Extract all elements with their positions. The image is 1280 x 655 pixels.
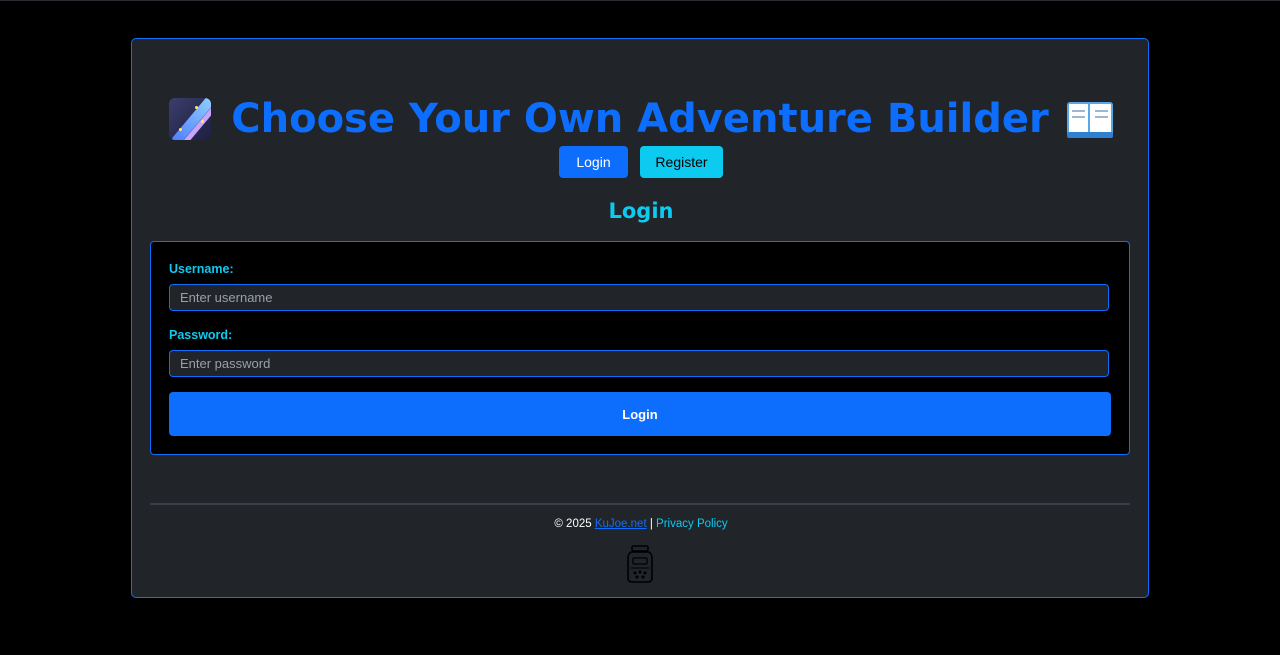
footer-separator: | (649, 518, 653, 530)
copyright-text: © 2025 (554, 518, 592, 530)
nav-register-button[interactable]: Register (640, 146, 723, 178)
footer-divider (150, 503, 1130, 505)
username-input[interactable] (169, 284, 1109, 311)
username-label: Username: (169, 262, 234, 276)
password-label: Password: (169, 328, 233, 342)
page-title: Choose Your Own Adventure Builder (231, 96, 1049, 142)
main-container: Choose Your Own Adventure Builder Login … (131, 38, 1149, 598)
site-link[interactable]: KuJoe.net (595, 518, 647, 530)
jar-icon[interactable] (626, 545, 654, 583)
footer: © 2025 KuJoe.net | Privacy Policy (132, 518, 1150, 530)
privacy-policy-link[interactable]: Privacy Policy (656, 518, 728, 530)
open-book-icon (1066, 100, 1113, 138)
login-heading: Login (608, 199, 674, 223)
password-input[interactable] (169, 350, 1109, 377)
auth-nav: Login Register (132, 146, 1150, 178)
login-submit-button[interactable]: Login (169, 392, 1111, 436)
login-form: Username: Password: Login (150, 241, 1130, 455)
page-title-row: Choose Your Own Adventure Builder (132, 95, 1150, 143)
shooting-star-icon (169, 98, 212, 140)
top-border (0, 0, 1280, 1)
nav-login-button[interactable]: Login (559, 146, 628, 178)
